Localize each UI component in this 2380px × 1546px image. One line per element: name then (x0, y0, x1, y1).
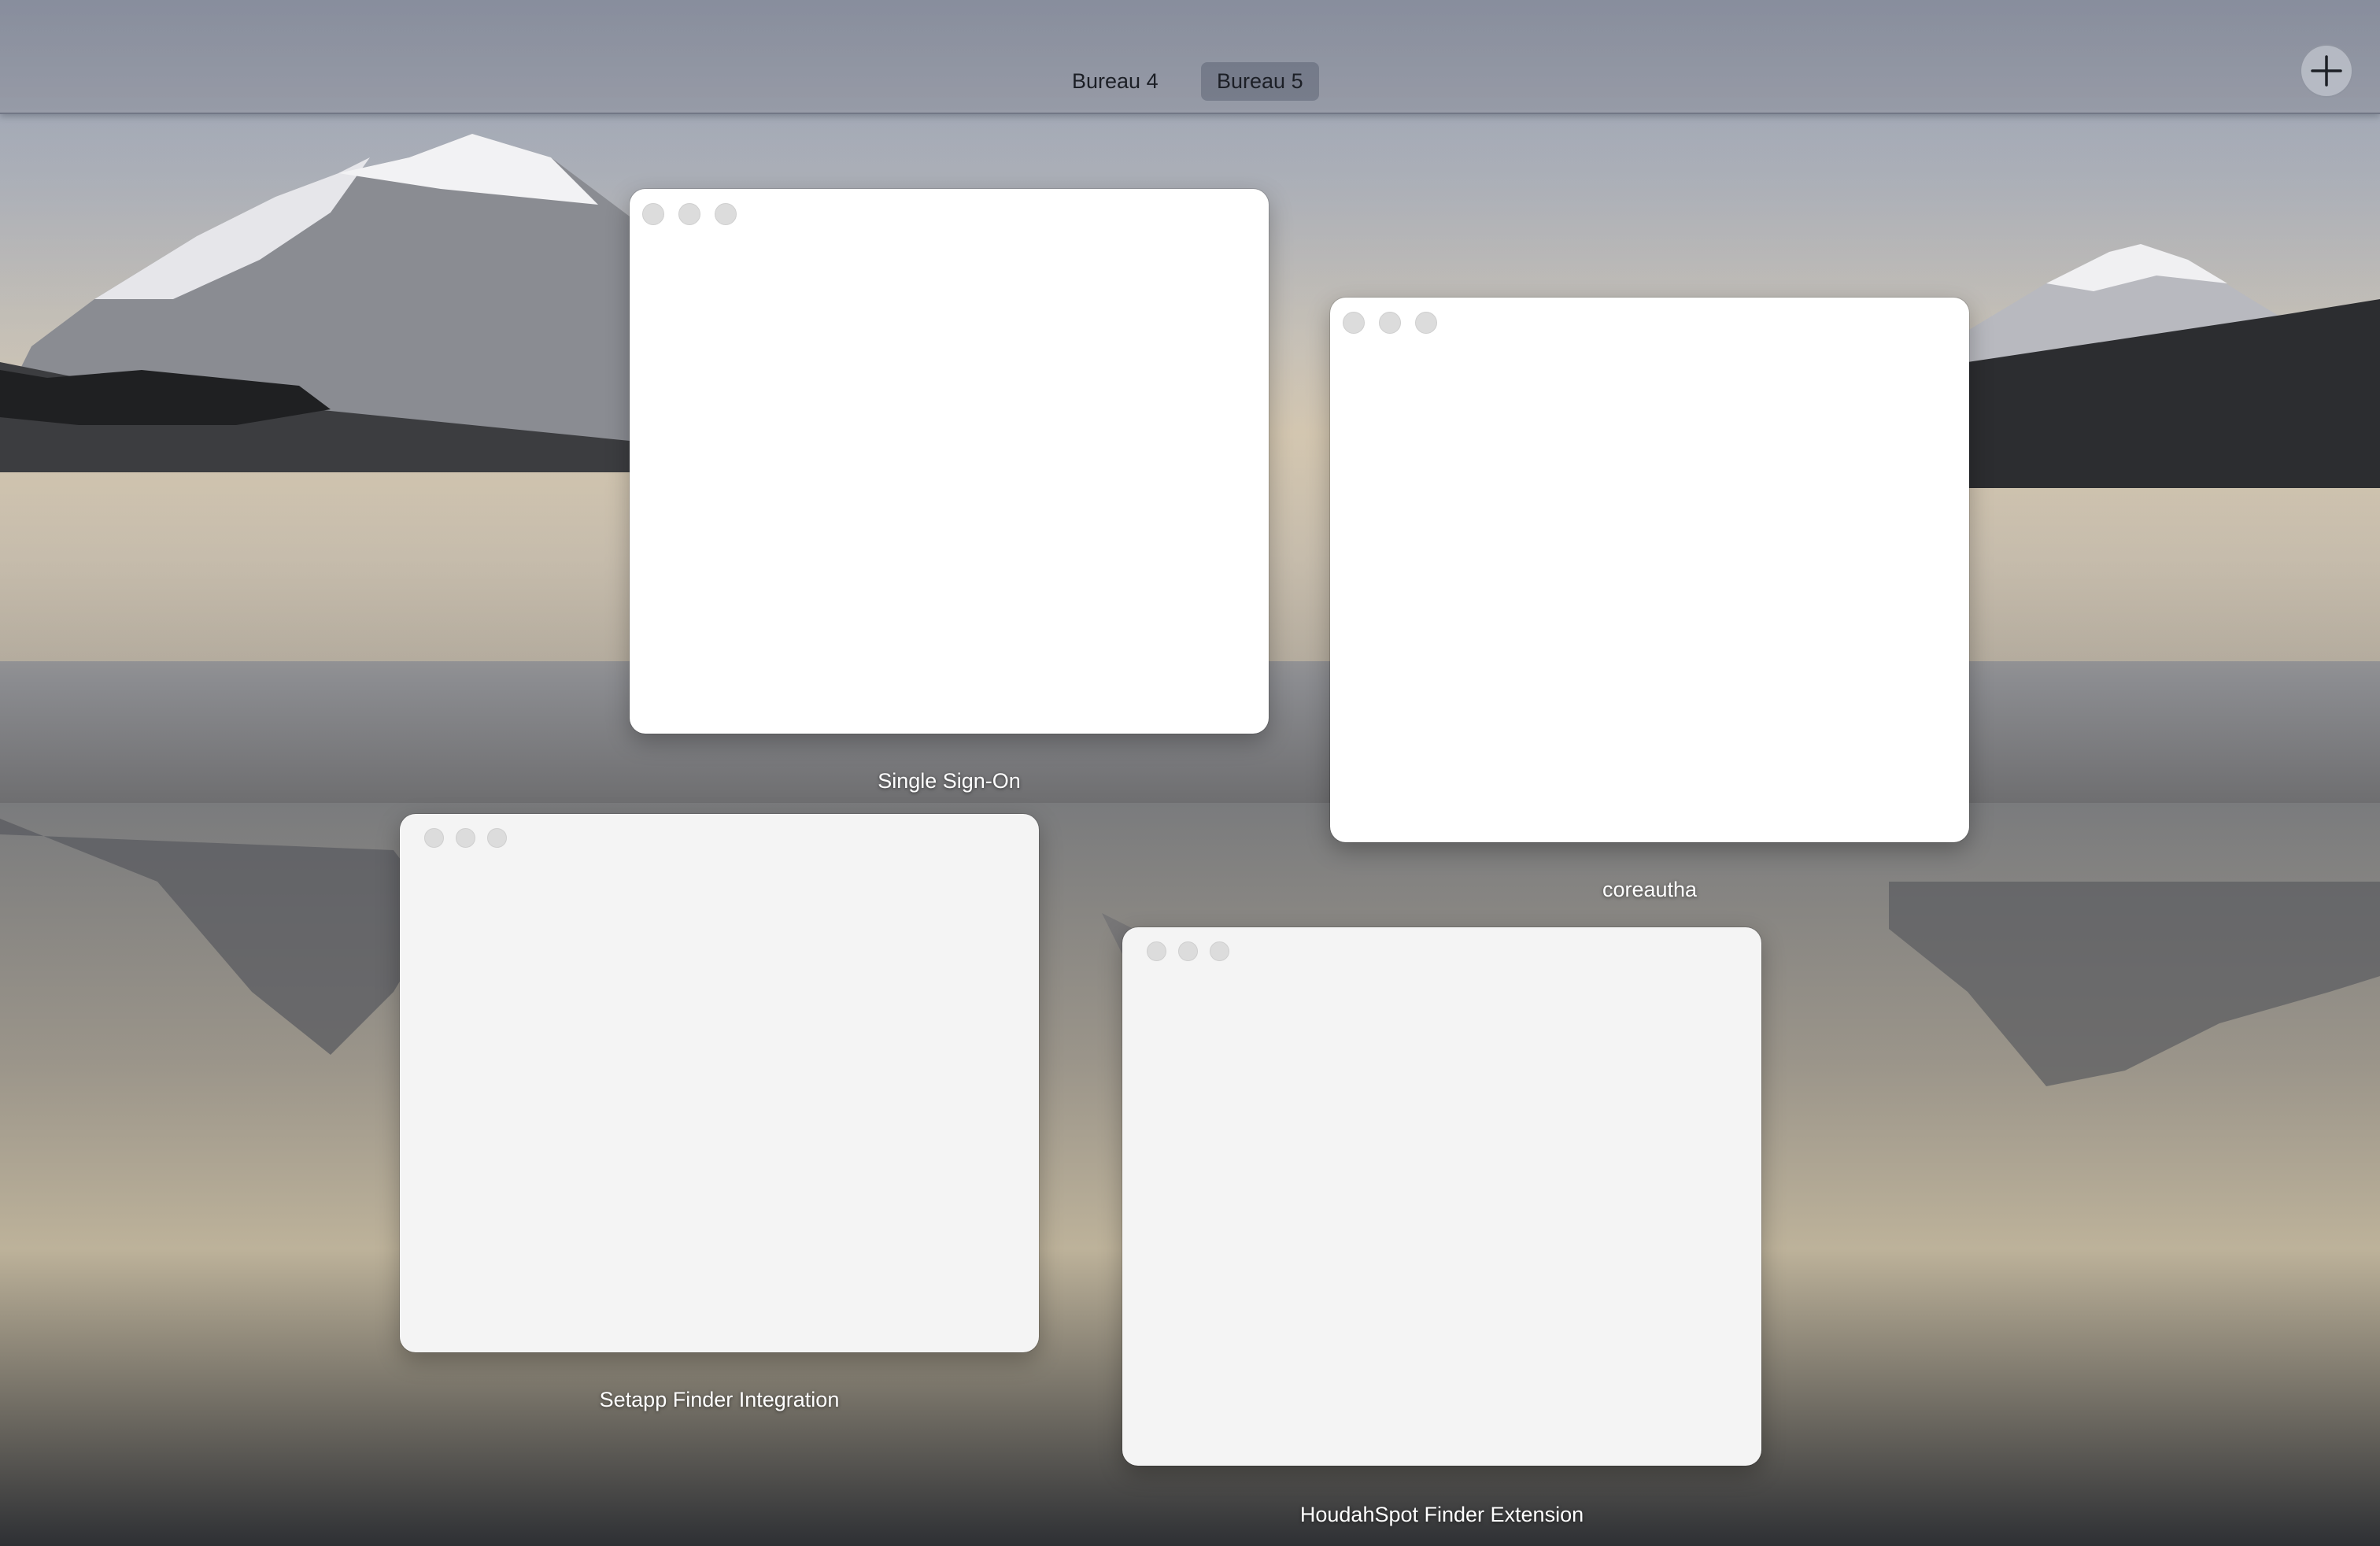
minimize-dot-icon (456, 828, 475, 848)
close-dot-icon (1147, 941, 1166, 961)
zoom-dot-icon (1210, 941, 1229, 961)
plus-icon (2311, 55, 2342, 87)
minimize-dot-icon (1178, 941, 1198, 961)
space-tab-bureau-5[interactable]: Bureau 5 (1201, 62, 1319, 101)
window-single-sign-on[interactable] (630, 189, 1269, 734)
window-houdahspot-finder-extension[interactable] (1122, 927, 1761, 1466)
zoom-dot-icon (1415, 312, 1437, 334)
window-title-coreautha: coreautha (1602, 878, 1698, 901)
close-dot-icon (424, 828, 444, 848)
mission-control-screen: Bureau 4 Bureau 5 Single Sign-On coreaut… (0, 0, 2380, 1546)
close-dot-icon (642, 203, 664, 225)
space-tab-bureau-4[interactable]: Bureau 4 (1056, 62, 1174, 101)
window-title-houdahspot-finder-extension: HoudahSpot Finder Extension (1299, 1503, 1584, 1526)
zoom-dot-icon (487, 828, 507, 848)
close-dot-icon (1343, 312, 1365, 334)
window-title-single-sign-on: Single Sign-On (878, 769, 1021, 793)
window-coreautha[interactable] (1330, 298, 1969, 842)
window-setapp-finder-integration[interactable] (400, 814, 1039, 1352)
minimize-dot-icon (1379, 312, 1401, 334)
window-title-setapp-finder-integration: Setapp Finder Integration (599, 1388, 840, 1411)
zoom-dot-icon (715, 203, 737, 225)
spaces-bar: Bureau 4 Bureau 5 (0, 0, 2380, 114)
minimize-dot-icon (678, 203, 700, 225)
add-space-button[interactable] (2300, 44, 2353, 98)
